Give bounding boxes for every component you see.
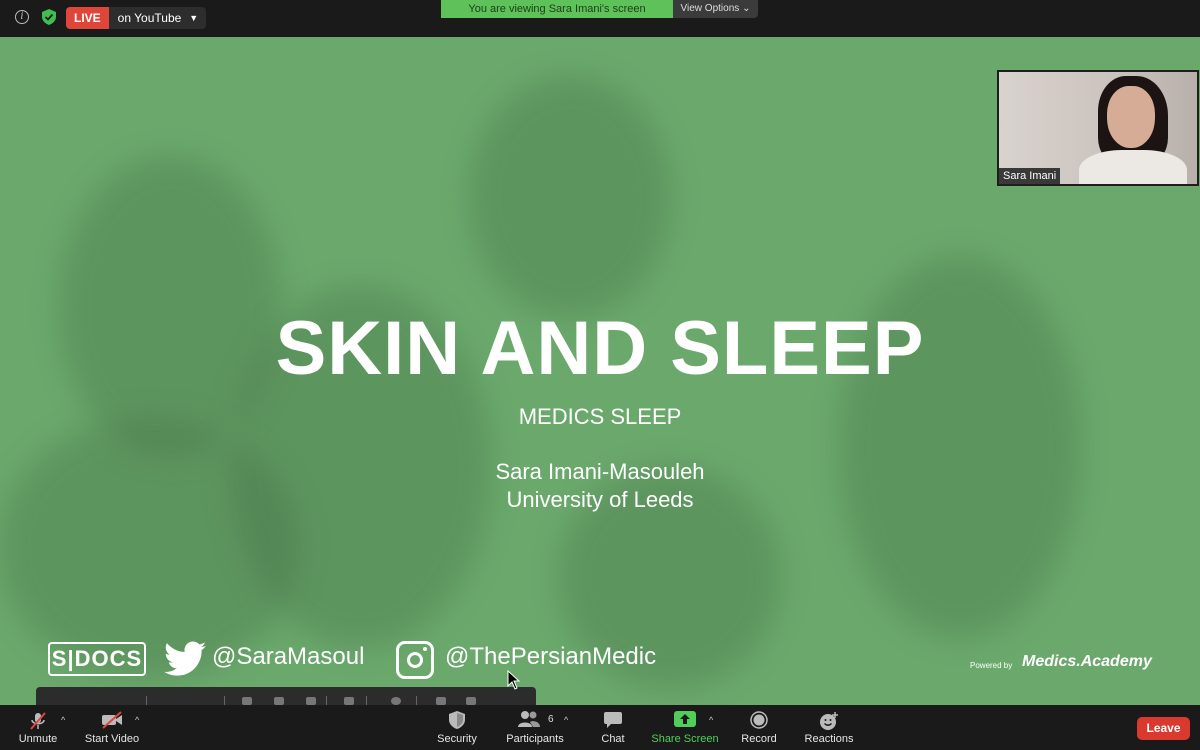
slide-title: SKIN AND SLEEP (275, 306, 925, 391)
chevron-down-icon: ▼ (189, 13, 199, 23)
twitter-handle: @SaraMasoul (212, 643, 365, 670)
chat-button[interactable]: Chat (596, 705, 630, 750)
view-options-button[interactable]: View Options ⌄ (673, 0, 758, 18)
mic-muted-icon (30, 712, 46, 730)
participants-options-caret[interactable]: ^ (564, 715, 568, 725)
record-button[interactable]: Record (738, 705, 780, 750)
participants-label: Participants (506, 733, 564, 745)
slide-subtitle: MEDICS SLEEP (518, 404, 682, 429)
share-screen-icon (674, 711, 696, 727)
share-options-caret[interactable]: ^ (709, 715, 713, 725)
slide-author: Sara Imani-Masouleh University of Leeds (0, 458, 1200, 514)
unmute-label: Unmute (18, 733, 58, 745)
medics-academy-logo: Medics.Academy (1022, 653, 1152, 670)
mouse-cursor-icon (507, 670, 521, 690)
share-screen-button[interactable]: Share Screen (651, 705, 719, 750)
sdocs-logo: S|DOCS (48, 642, 146, 676)
chat-icon (604, 712, 622, 728)
live-stream-menu[interactable]: LIVE on YouTube ▼ (66, 7, 207, 29)
reactions-icon (820, 712, 838, 730)
chat-label: Chat (601, 733, 625, 745)
participants-count: 6 (548, 714, 554, 725)
view-options-label: View Options (680, 3, 740, 14)
twitter-icon (164, 641, 206, 676)
security-shield-icon (449, 711, 465, 729)
participant-video-tile[interactable]: Sara Imani (997, 70, 1199, 186)
record-icon (750, 711, 768, 729)
participant-name: Sara Imani (999, 168, 1061, 184)
start-video-label: Start Video (84, 733, 140, 745)
participant-face (1107, 86, 1155, 148)
start-video-button[interactable]: Start Video (82, 705, 142, 750)
author-name: Sara Imani-Masouleh (495, 459, 705, 484)
meeting-controls-bar: Unmute ^ Start Video ^ Security 6 Partic… (0, 705, 1200, 750)
reactions-label: Reactions (804, 733, 854, 745)
presentation-controls[interactable] (36, 687, 536, 705)
info-icon[interactable]: i (15, 10, 29, 24)
security-button[interactable]: Security (432, 705, 482, 750)
instagram-handle: @ThePersianMedic (445, 643, 657, 670)
security-label: Security (437, 733, 477, 745)
shield-check-icon[interactable] (42, 9, 56, 25)
video-options-caret[interactable]: ^ (135, 715, 139, 725)
background-figure (0, 417, 300, 677)
chevron-down-icon: ⌄ (742, 3, 751, 14)
record-label: Record (741, 733, 777, 745)
participants-icon (518, 711, 540, 727)
meeting-top-bar: i LIVE on YouTube ▼ You are viewing Sara… (0, 0, 1200, 37)
unmute-button[interactable]: Unmute (10, 705, 66, 750)
share-screen-label: Share Screen (651, 733, 719, 745)
background-figure (470, 77, 670, 317)
participants-button[interactable]: 6 Participants (505, 705, 565, 750)
audio-options-caret[interactable]: ^ (61, 715, 65, 725)
leave-button[interactable]: Leave (1137, 717, 1190, 740)
participant-body (1079, 150, 1187, 184)
instagram-icon (396, 641, 434, 679)
reactions-button[interactable]: Reactions (802, 705, 856, 750)
live-destination: on YouTube (117, 11, 182, 25)
live-badge: LIVE (66, 7, 109, 29)
author-institution: University of Leeds (506, 487, 694, 512)
powered-by-label: Powered by (970, 661, 1013, 670)
video-muted-icon (102, 711, 122, 729)
viewing-screen-banner: You are viewing Sara Imani's screen (441, 0, 673, 18)
